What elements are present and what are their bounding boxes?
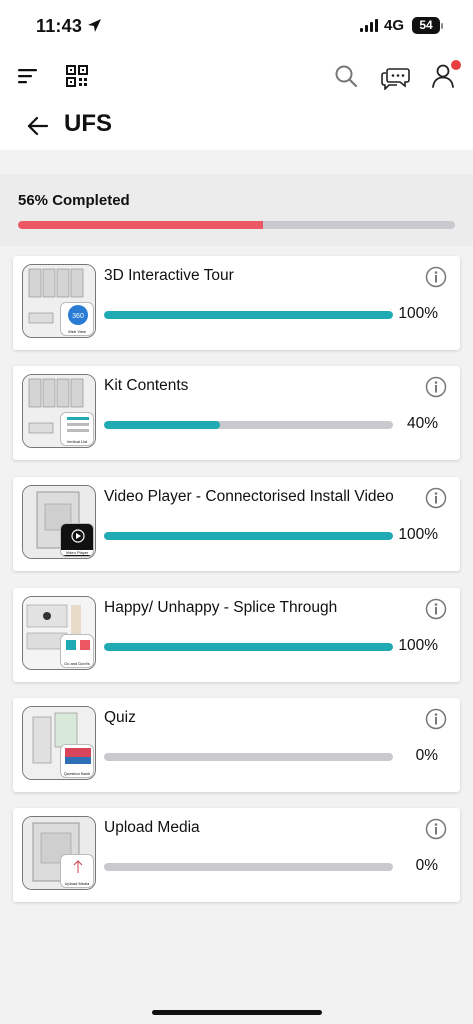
module-card[interactable]: Do and Don'ts Happy/ Unhappy - Splice Th… [13, 588, 460, 682]
module-progress-bar [104, 421, 393, 429]
info-icon[interactable] [425, 598, 447, 620]
battery-icon: 54 [412, 17, 440, 34]
info-icon[interactable] [425, 708, 447, 730]
web-view-icon: 360 [68, 305, 88, 325]
module-percent: 100% [398, 526, 438, 543]
thumbnail-caption: Question Bank [63, 771, 91, 776]
question-bank-icon [65, 748, 91, 764]
module-percent: 100% [398, 637, 438, 654]
network-type: 4G [384, 17, 405, 34]
module-title: 3D Interactive Tour [104, 267, 234, 284]
status-bar: 11:43 4G 54 [0, 0, 473, 52]
module-card[interactable]: Video Player Video Player - Connectorise… [13, 477, 460, 571]
module-card[interactable]: 360 Web View 3D Interactive Tour 100% [13, 256, 460, 350]
thumbnail-badge: 360 Web View [60, 302, 94, 336]
module-title: Upload Media [104, 819, 200, 836]
module-thumbnail: Upload Media [22, 816, 96, 890]
module-thumbnail: Question Bank [22, 706, 96, 780]
svg-text:360: 360 [72, 313, 84, 320]
thumbnail-badge: Video Player [60, 523, 94, 557]
progress-label: 56% Completed [18, 192, 130, 209]
module-progress-bar [104, 311, 393, 319]
module-progress-bar [104, 643, 393, 651]
module-thumbnail: Vertical List [22, 374, 96, 448]
module-percent: 40% [406, 415, 438, 432]
module-title: Happy/ Unhappy - Splice Through [104, 599, 338, 616]
thumbnail-badge: Do and Don'ts [60, 634, 94, 668]
info-icon[interactable] [425, 487, 447, 509]
info-icon[interactable] [425, 818, 447, 840]
overall-progress: 56% Completed [0, 174, 473, 246]
module-card[interactable]: Upload Media Upload Media 0% [13, 808, 460, 902]
overall-progress-fill [18, 221, 263, 229]
thumbnail-badge: Question Bank [60, 744, 94, 778]
module-progress-bar [104, 532, 393, 540]
battery-cap [441, 23, 443, 29]
info-icon[interactable] [425, 376, 447, 398]
module-progress-bar [104, 753, 393, 761]
module-progress-fill [104, 643, 393, 651]
module-title: Quiz [104, 709, 136, 726]
overall-progress-bar [18, 221, 455, 229]
info-icon[interactable] [425, 266, 447, 288]
module-thumbnail: Video Player [22, 485, 96, 559]
notification-badge [451, 60, 461, 70]
module-thumbnail: 360 Web View [22, 264, 96, 338]
menu-icon[interactable] [18, 68, 38, 84]
module-percent: 0% [415, 747, 438, 764]
qr-code-icon[interactable] [66, 65, 88, 87]
thumbnail-caption: Video Player [61, 550, 93, 555]
compare-icon [66, 640, 90, 650]
module-title: Kit Contents [104, 377, 189, 394]
play-icon [71, 529, 85, 543]
thumbnail-caption: Web View [68, 329, 86, 334]
thumbnail-badge: Upload Media [60, 854, 94, 888]
module-progress-fill [104, 532, 393, 540]
title-bar: UFS [0, 102, 473, 150]
vertical-list-icon [67, 417, 89, 432]
module-title: Video Player - Connectorised Install Vid… [104, 488, 394, 505]
module-thumbnail: Do and Don'ts [22, 596, 96, 670]
module-percent: 100% [398, 305, 438, 322]
module-percent: 0% [415, 857, 438, 874]
module-progress-fill [104, 311, 393, 319]
upload-icon [73, 860, 83, 873]
module-card[interactable]: Vertical List Kit Contents 40% [13, 366, 460, 460]
thumbnail-caption: Vertical List [66, 439, 88, 444]
page-title: UFS [64, 110, 112, 137]
back-arrow-icon[interactable] [26, 114, 50, 138]
module-progress-fill [104, 421, 220, 429]
search-icon[interactable] [334, 64, 358, 88]
module-card[interactable]: Question Bank Quiz 0% [13, 698, 460, 792]
thumbnail-badge: Vertical List [60, 412, 94, 446]
module-progress-bar [104, 863, 393, 871]
thumbnail-caption: Do and Don'ts [64, 661, 90, 666]
top-navigation [0, 52, 473, 102]
thumbnail-caption: Upload Media [64, 881, 90, 886]
cellular-signal-icon [360, 19, 378, 32]
home-indicator [152, 1010, 322, 1015]
status-time: 11:43 [36, 16, 83, 36]
location-arrow-icon [88, 19, 101, 32]
chat-icon[interactable] [381, 64, 411, 90]
